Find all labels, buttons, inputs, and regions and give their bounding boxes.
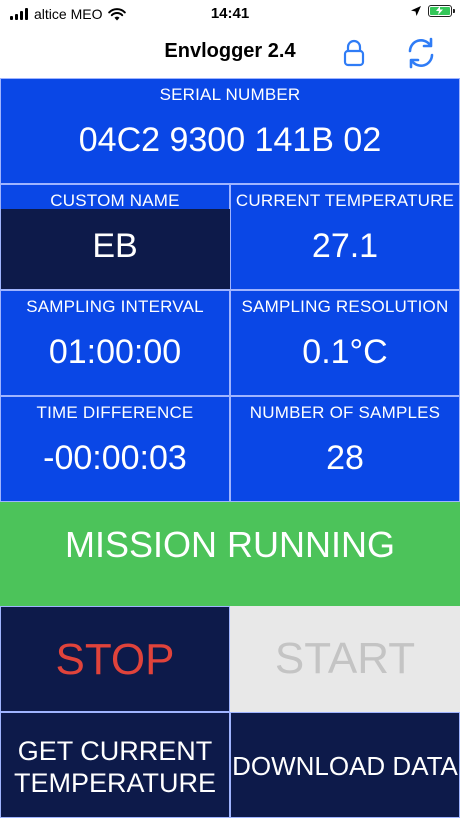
number-of-samples-label: NUMBER OF SAMPLES: [249, 403, 441, 422]
serial-number-panel: SERIAL NUMBER 04C2 9300 141B 02: [0, 78, 460, 184]
serial-number-value: 04C2 9300 141B 02: [78, 121, 382, 159]
get-current-temperature-button[interactable]: GET CURRENT TEMPERATURE: [0, 712, 230, 818]
current-temperature-value: 27.1: [311, 227, 379, 265]
stop-button[interactable]: STOP: [0, 606, 230, 712]
custom-name-value[interactable]: EB: [1, 227, 229, 266]
sampling-interval-panel: SAMPLING INTERVAL 01:00:00: [0, 290, 230, 396]
time-difference-panel: TIME DIFFERENCE -00:00:03: [0, 396, 230, 502]
download-data-button[interactable]: DOWNLOAD DATA: [230, 712, 460, 818]
time-difference-label: TIME DIFFERENCE: [36, 403, 194, 422]
sampling-interval-label: SAMPLING INTERVAL: [26, 297, 204, 316]
get-current-temperature-line1: GET CURRENT: [17, 736, 213, 766]
battery-icon: [428, 5, 455, 17]
lock-icon[interactable]: [340, 38, 368, 68]
number-of-samples-value: 28: [326, 439, 364, 477]
sync-icon[interactable]: [404, 36, 438, 70]
navigation-bar: Envlogger 2.4: [0, 28, 460, 78]
start-button-label: START: [274, 634, 416, 683]
number-of-samples-panel: NUMBER OF SAMPLES 28: [230, 396, 460, 502]
status-bar: altice MEO 14:41: [0, 0, 460, 28]
mission-status-banner: MISSION RUNNING: [0, 502, 460, 606]
app-title: Envlogger 2.4: [164, 40, 296, 62]
sampling-resolution-panel: SAMPLING RESOLUTION 0.1°C: [230, 290, 460, 396]
status-time: 14:41: [210, 5, 250, 22]
start-button[interactable]: START: [230, 606, 460, 712]
download-data-label: DOWNLOAD DATA: [232, 751, 458, 781]
sampling-resolution-label: SAMPLING RESOLUTION: [241, 297, 449, 316]
custom-name-label: CUSTOM NAME: [50, 191, 180, 210]
mission-status-text: MISSION RUNNING: [64, 524, 395, 565]
location-arrow-icon: [411, 6, 421, 16]
get-current-temperature-label: GET CURRENT TEMPERATURE: [1, 735, 229, 799]
serial-number-label: SERIAL NUMBER: [159, 85, 301, 104]
status-right: [410, 5, 455, 17]
current-temperature-panel: CURRENT TEMPERATURE 27.1: [230, 184, 460, 290]
get-current-temperature-line2: TEMPERATURE: [13, 768, 216, 798]
time-difference-value: -00:00:03: [43, 439, 187, 477]
sampling-resolution-value: 0.1°C: [302, 333, 388, 371]
custom-name-panel[interactable]: CUSTOM NAME EB: [0, 184, 230, 290]
current-temperature-label: CURRENT TEMPERATURE: [235, 191, 455, 210]
stop-button-label: STOP: [55, 635, 175, 684]
sampling-interval-value: 01:00:00: [48, 333, 182, 371]
